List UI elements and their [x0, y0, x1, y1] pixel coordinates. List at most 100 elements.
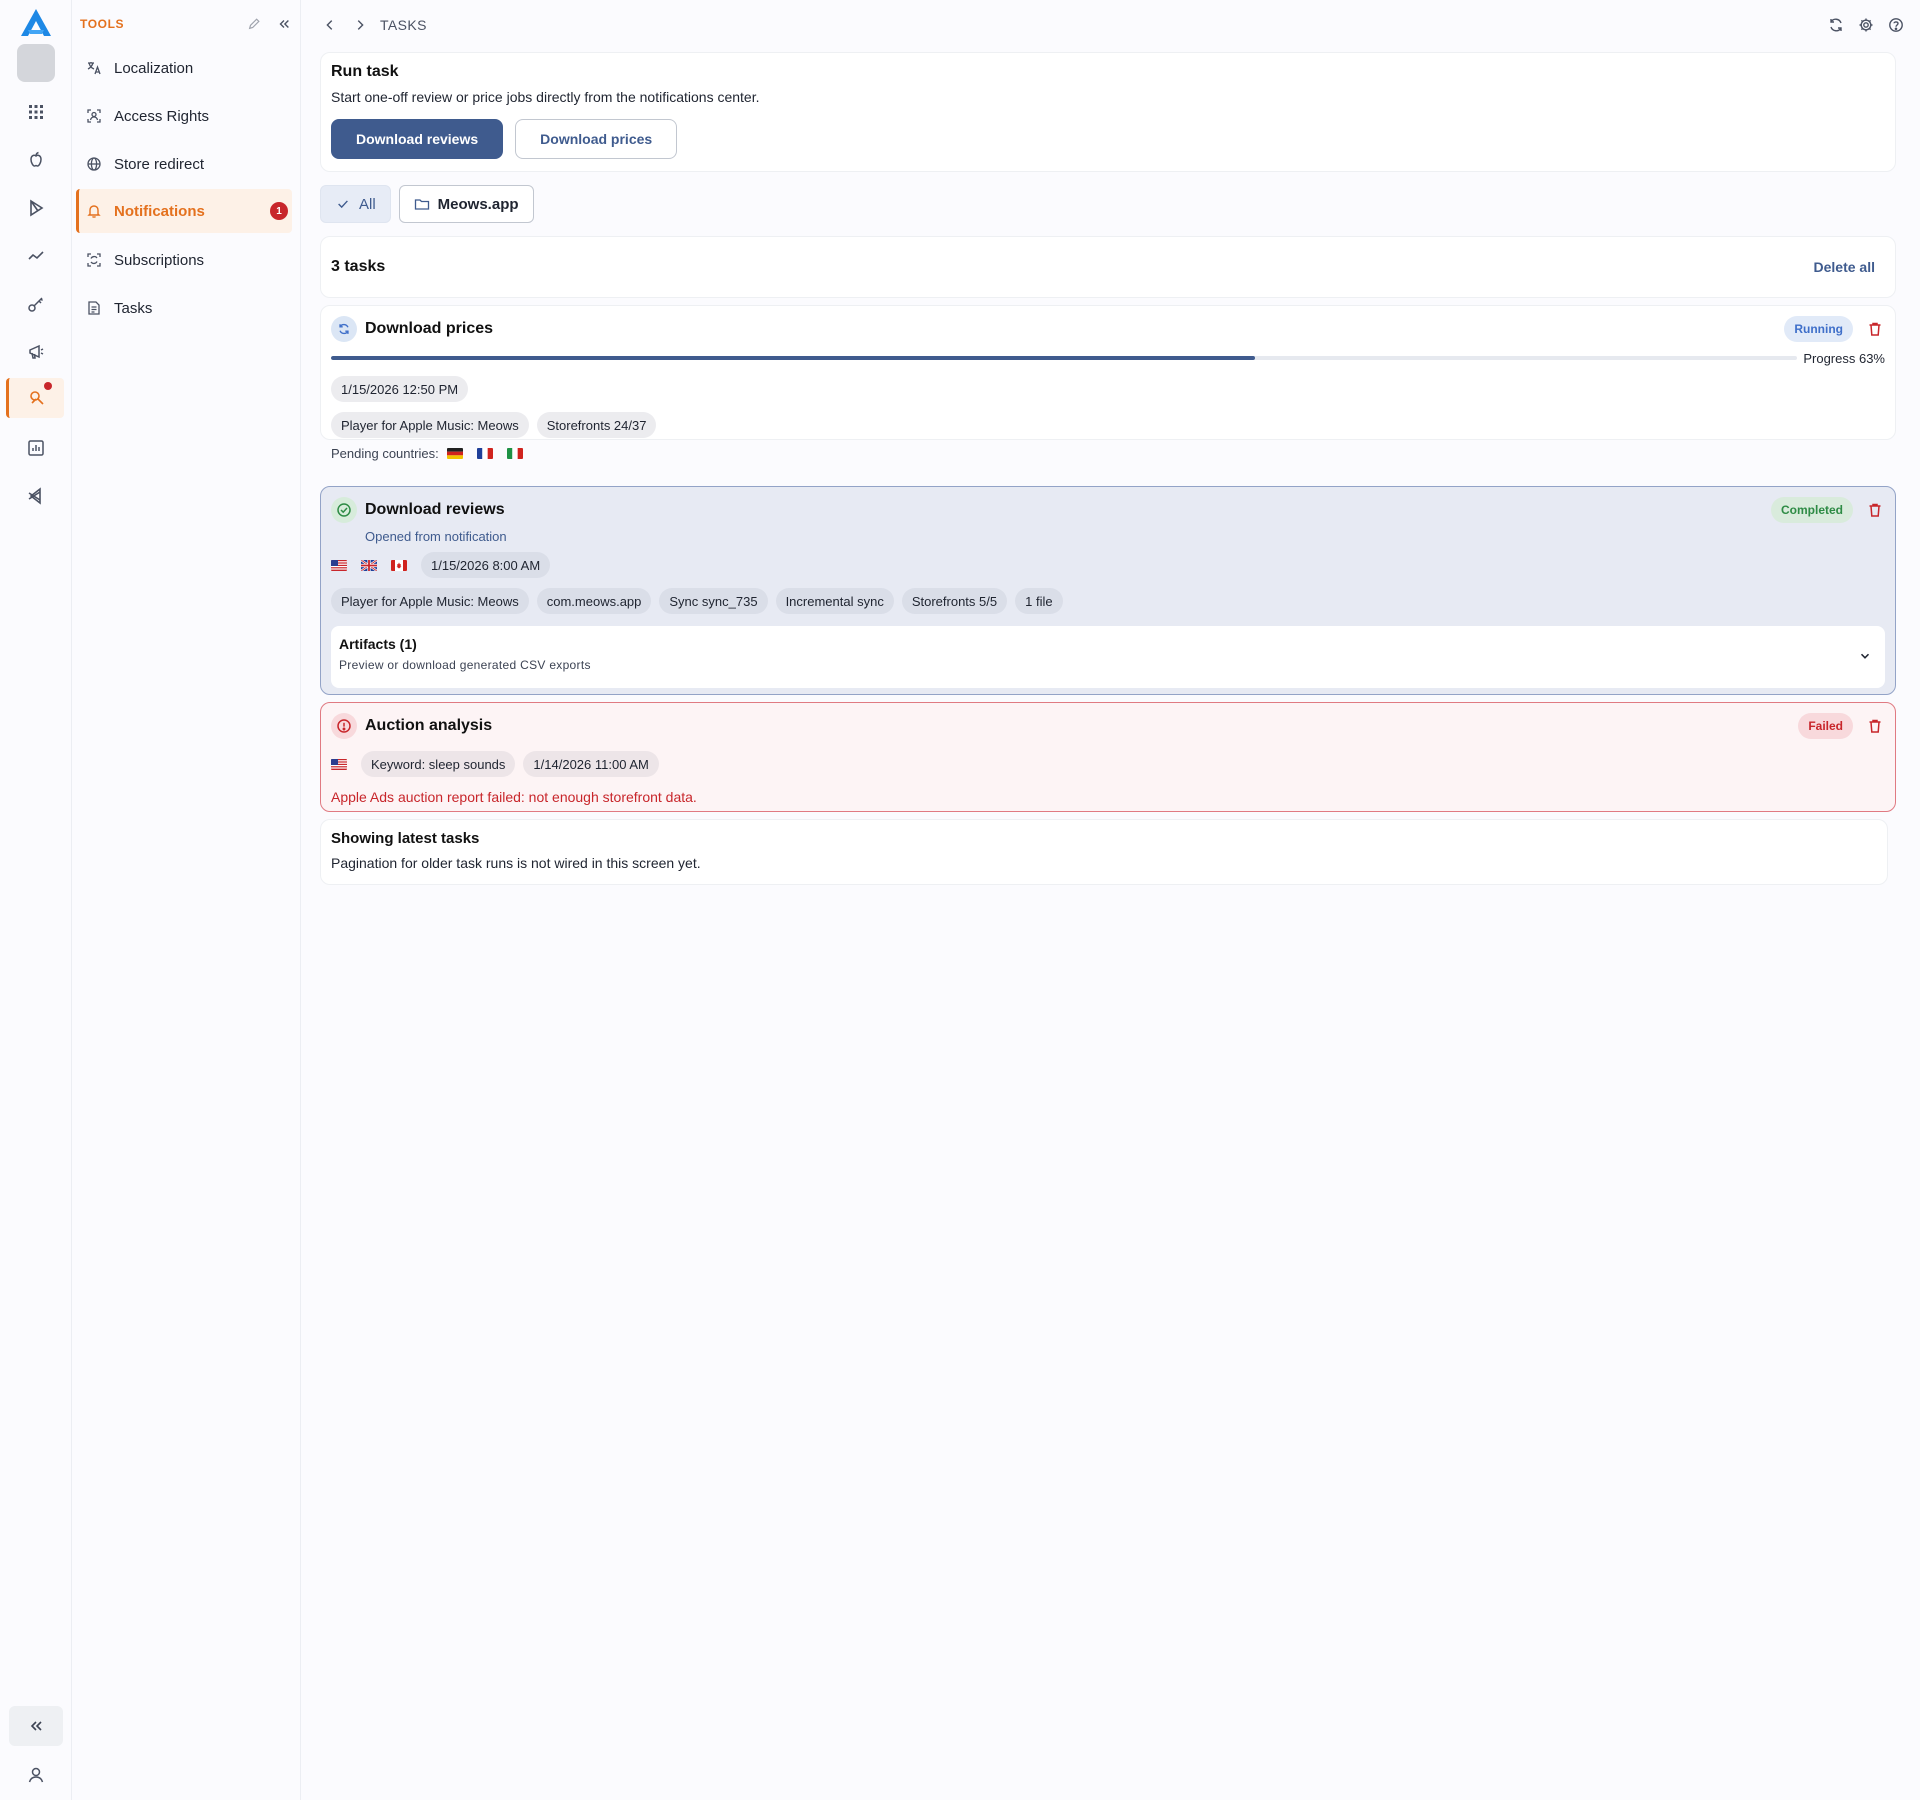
- trash-icon[interactable]: [1865, 500, 1885, 520]
- sidebar-item-subscriptions[interactable]: Subscriptions: [76, 238, 292, 282]
- translate-icon: [86, 60, 102, 76]
- status-badge: Running: [1784, 316, 1853, 342]
- sidebar-item-tasks[interactable]: Tasks: [76, 286, 292, 330]
- flag-it-icon: [506, 448, 523, 459]
- access-icon: [86, 108, 102, 124]
- filter-app[interactable]: Meows.app: [398, 185, 534, 223]
- tasks-count: 3 tasks: [331, 258, 386, 275]
- sidebar-item-label: Tasks: [114, 299, 153, 317]
- download-reviews-button[interactable]: Download reviews: [331, 119, 504, 159]
- bundle-id-chip: com.meows.app: [536, 588, 652, 614]
- task-title: Download prices: [365, 320, 494, 337]
- progress-bar-fill: [331, 356, 1255, 360]
- sync-type-chip: Incremental sync: [775, 588, 894, 614]
- task-title: Download reviews: [365, 501, 505, 518]
- task-filters: All Meows.app: [320, 185, 542, 223]
- date-chip: 1/15/2026 8:00 AM: [421, 552, 551, 578]
- artifacts-title: Artifacts (1): [339, 636, 417, 652]
- chevron-down-icon[interactable]: [1857, 648, 1873, 664]
- delete-all-button[interactable]: Delete all: [1814, 259, 1875, 275]
- gear-icon[interactable]: [1856, 15, 1876, 35]
- file-count-chip: 1 file: [1015, 588, 1063, 614]
- rail-vscode-icon[interactable]: [16, 476, 56, 516]
- tasks-icon: [86, 300, 102, 316]
- app-chip: Player for Apple Music: Meows: [331, 412, 529, 438]
- check-icon: [335, 196, 351, 212]
- page-title: TASKS: [380, 17, 427, 33]
- task-subtitle: Opened from notification: [365, 529, 507, 544]
- globe-icon: [86, 156, 102, 172]
- folder-icon: [414, 196, 430, 212]
- info-description: Pagination for older task runs is not wi…: [331, 855, 701, 871]
- app-chip: Player for Apple Music: Meows: [331, 588, 529, 614]
- trash-icon[interactable]: [1865, 716, 1885, 736]
- task-card-download-reviews[interactable]: Download reviews Completed Opened from n…: [320, 486, 1896, 695]
- app-logo-icon[interactable]: [20, 8, 52, 38]
- filter-all[interactable]: All: [320, 185, 391, 223]
- sidebar-item-access-rights[interactable]: Access Rights: [76, 94, 292, 138]
- rail-apple-icon[interactable]: [16, 140, 56, 180]
- edit-pencil-icon[interactable]: [246, 16, 262, 32]
- back-chevron-icon[interactable]: [320, 15, 340, 35]
- run-task-title: Run task: [331, 63, 399, 80]
- breadcrumb: TASKS: [320, 15, 427, 35]
- forward-chevron-icon[interactable]: [350, 15, 370, 35]
- rail-apps-grid-icon[interactable]: [16, 92, 56, 132]
- rail-megaphone-icon[interactable]: [16, 332, 56, 372]
- rail-analytics-icon[interactable]: [16, 236, 56, 276]
- pending-countries: Pending countries:: [331, 446, 1885, 461]
- artifacts-description: Preview or download generated CSV export…: [339, 658, 591, 672]
- trash-icon[interactable]: [1865, 319, 1885, 339]
- flag-us-icon: [331, 758, 347, 770]
- rail-play-store-icon[interactable]: [16, 188, 56, 228]
- flag-us-icon: [331, 559, 347, 571]
- progress-bar: [331, 356, 1798, 360]
- help-icon[interactable]: [1886, 15, 1906, 35]
- rail-collapse-button[interactable]: [9, 1706, 63, 1746]
- sync-icon: [331, 316, 357, 342]
- pending-countries-label: Pending countries:: [331, 446, 439, 461]
- sidebar-item-localization[interactable]: Localization: [76, 46, 292, 90]
- app-rail: [0, 0, 72, 1800]
- flag-de-icon: [446, 448, 463, 459]
- rail-tools-icon[interactable]: [6, 378, 64, 418]
- task-title: Auction analysis: [365, 717, 493, 734]
- collapse-sidebar-icon[interactable]: [276, 16, 292, 32]
- refresh-icon[interactable]: [1826, 15, 1846, 35]
- info-title: Showing latest tasks: [331, 830, 480, 847]
- status-badge: Failed: [1798, 713, 1853, 739]
- progress-label: Progress 63%: [1803, 350, 1885, 366]
- alert-circle-icon: [331, 713, 357, 739]
- top-bar: TASKS: [302, 0, 1920, 50]
- latest-tasks-info: Showing latest tasks Pagination for olde…: [320, 819, 1888, 885]
- task-card-auction-analysis[interactable]: Auction analysis Failed Keyword: sleep s…: [320, 702, 1896, 812]
- sidebar-item-notifications[interactable]: Notifications 1: [76, 189, 292, 233]
- date-chip: 1/15/2026 12:50 PM: [331, 376, 469, 402]
- rail-key-icon[interactable]: [16, 284, 56, 324]
- tasks-summary-card: 3 tasks Delete all: [320, 236, 1896, 298]
- keyword-chip: Keyword: sleep sounds: [361, 751, 516, 777]
- sidebar-item-store-redirect[interactable]: Store redirect: [76, 142, 292, 186]
- rail-reports-icon[interactable]: [16, 428, 56, 468]
- flag-ca-icon: [391, 559, 407, 571]
- run-task-description: Start one-off review or price jobs direc…: [331, 89, 760, 105]
- tools-sidebar: TOOLS Localization Access Rights Store r…: [72, 0, 301, 1800]
- rail-user-icon[interactable]: [16, 1755, 56, 1795]
- artifacts-panel[interactable]: Artifacts (1) Preview or download genera…: [331, 626, 1885, 688]
- download-prices-button[interactable]: Download prices: [515, 119, 678, 159]
- task-card-download-prices[interactable]: Download prices Running Progress 63% 1/1…: [320, 305, 1896, 461]
- error-message: Apple Ads auction report failed: not eno…: [331, 789, 697, 805]
- notifications-count-badge: 1: [270, 202, 288, 220]
- sync-id-chip: Sync sync_735: [659, 588, 768, 614]
- subscriptions-icon: [86, 252, 102, 268]
- workspace-avatar[interactable]: [17, 44, 55, 82]
- bell-icon: [86, 203, 102, 219]
- filter-all-label: All: [359, 195, 376, 213]
- status-badge: Completed: [1770, 497, 1853, 523]
- top-actions: [1816, 15, 1906, 35]
- date-chip: 1/14/2026 11:00 AM: [523, 751, 659, 777]
- sidebar-item-label: Subscriptions: [114, 251, 205, 269]
- rail-notification-dot: [44, 382, 52, 390]
- flag-fr-icon: [476, 448, 493, 459]
- storefronts-chip: Storefronts 5/5: [901, 588, 1008, 614]
